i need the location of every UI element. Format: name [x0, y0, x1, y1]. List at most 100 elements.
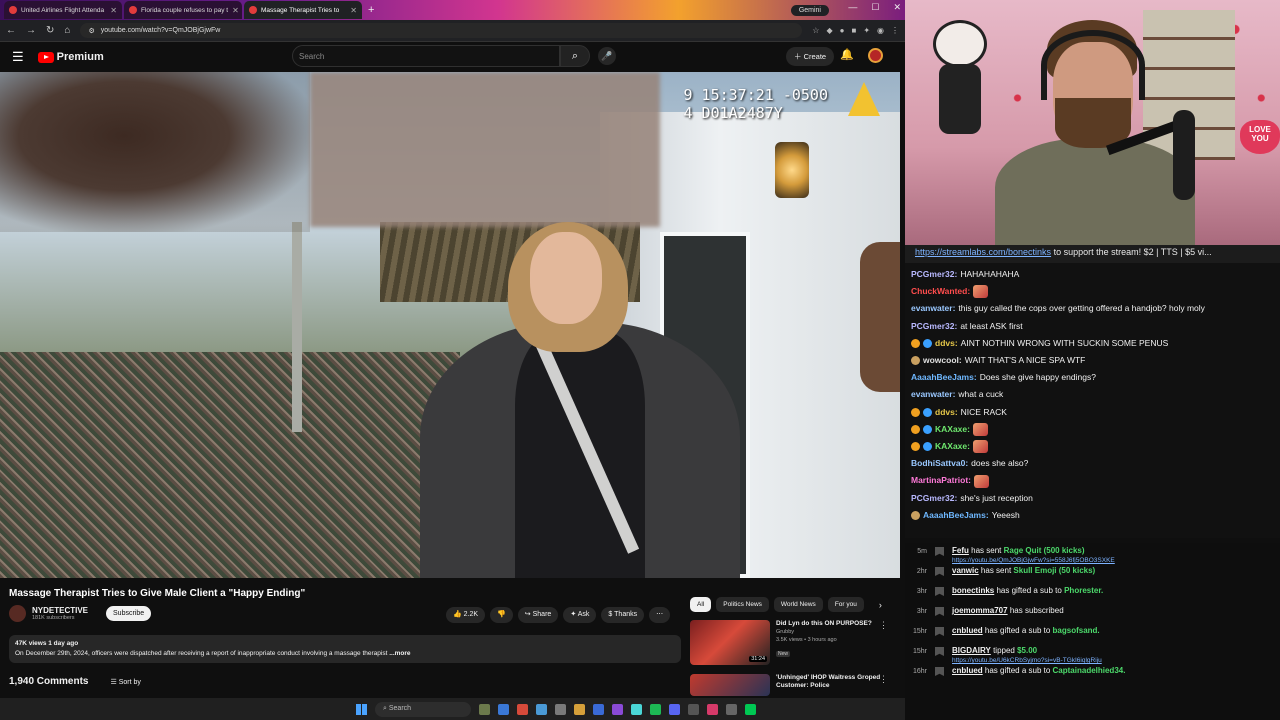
alert-user[interactable]: joemomma707 — [952, 606, 1008, 615]
ask-button[interactable]: ✦ Ask — [563, 607, 597, 623]
app-icon[interactable] — [612, 703, 623, 715]
youtube-logo[interactable]: Premium — [37, 51, 104, 63]
close-window-icon[interactable]: ✕ — [893, 2, 901, 13]
chat-username[interactable]: ddvs: — [935, 404, 958, 421]
app-icon[interactable] — [688, 703, 699, 715]
chat-username[interactable]: PCGmer32: — [911, 318, 957, 335]
forward-icon[interactable]: → — [26, 25, 36, 36]
extension-icon[interactable]: ● — [840, 26, 845, 35]
extension-icon[interactable]: ■ — [851, 26, 856, 35]
video-thumbnail[interactable] — [690, 674, 770, 696]
chat-username[interactable]: evanwater: — [911, 300, 955, 317]
search-input[interactable]: Search — [292, 45, 560, 67]
chip-for-you[interactable]: For you — [827, 597, 864, 612]
alert-user[interactable]: cnblued — [952, 626, 983, 635]
minimize-icon[interactable]: — — [848, 2, 857, 13]
hamburger-menu-icon[interactable]: ☰ — [12, 49, 24, 65]
chip-all[interactable]: All — [690, 597, 712, 612]
chip-world-news[interactable]: World News — [773, 597, 823, 612]
chat-username[interactable]: KAXaxe: — [935, 421, 970, 438]
search-icon[interactable]: ⌕ — [560, 45, 590, 67]
extension-icon[interactable]: ◆ — [826, 26, 832, 35]
app-icon[interactable] — [498, 703, 509, 715]
alert-link[interactable]: https://youtu.be/QmJOBjGjwFw?si=558J6fj5… — [952, 556, 1115, 566]
windows-start-icon[interactable] — [356, 703, 367, 715]
thanks-button[interactable]: $ Thanks — [601, 607, 645, 623]
home-icon[interactable]: ⌂ — [64, 25, 70, 36]
close-icon[interactable]: ✕ — [232, 6, 239, 15]
app-icon[interactable] — [707, 703, 718, 715]
close-icon[interactable]: ✕ — [110, 6, 117, 15]
chat-username[interactable]: BodhiSattva0: — [911, 455, 968, 472]
profile-icon[interactable]: ◉ — [877, 26, 884, 35]
video-menu-icon[interactable]: ⋮ — [879, 620, 888, 631]
chat-username[interactable]: ChuckWanted: — [911, 283, 970, 300]
description-box[interactable]: 47K views 1 day ago On December 29th, 20… — [9, 635, 681, 663]
tab-1[interactable]: United Airlines Flight Attenda ✕ — [4, 1, 122, 19]
back-icon[interactable]: ← — [6, 25, 16, 36]
recommended-title[interactable]: Did Lyn do this ON PURPOSE? — [776, 620, 872, 628]
more-actions-icon[interactable]: ⋯ — [649, 607, 671, 623]
share-button[interactable]: ↪ Share — [517, 607, 559, 623]
chevron-right-icon[interactable]: › — [879, 600, 882, 610]
url-field[interactable]: ⚙ youtube.com/watch?v=QmJOBjGjwFw — [80, 23, 803, 38]
dislike-button[interactable]: 👎 — [490, 607, 513, 623]
chat-username[interactable]: wowcool: — [923, 352, 962, 369]
tab-3-active[interactable]: Massage Therapist Tries to ✕ — [244, 1, 362, 19]
alert-user[interactable]: vanwic — [952, 566, 979, 575]
alert-user[interactable]: Fefu — [952, 546, 969, 555]
chat-username[interactable]: evanwater: — [911, 386, 955, 403]
alert-time: 2hr — [916, 568, 927, 575]
browser-menu-icon[interactable]: ⋮ — [891, 26, 899, 35]
puzzle-icon[interactable]: ✦ — [863, 26, 870, 35]
task-view-icon[interactable] — [479, 703, 490, 715]
sort-by-button[interactable]: ☰ Sort by — [110, 678, 140, 686]
folder-icon[interactable] — [574, 703, 585, 715]
tab-2[interactable]: Florida couple refuses to pay t ✕ — [124, 1, 242, 19]
chat-username[interactable]: KAXaxe: — [935, 438, 970, 455]
streamlabs-link[interactable]: https://streamlabs.com/bonectinks — [915, 247, 1051, 257]
account-avatar[interactable] — [868, 48, 883, 63]
alert-user[interactable]: BIGDAIRY — [952, 646, 991, 655]
chat-username[interactable]: PCGmer32: — [911, 266, 957, 283]
create-button[interactable]: ＋ Create — [786, 47, 835, 66]
maximize-icon[interactable]: ☐ — [871, 2, 879, 13]
app-icon[interactable] — [631, 703, 642, 715]
discord-icon[interactable] — [669, 703, 680, 715]
like-button[interactable]: 👍 2.2K — [446, 607, 486, 623]
channel-avatar[interactable] — [9, 605, 26, 622]
channel-name[interactable]: NYDETECTIVE — [32, 606, 88, 615]
chat-username[interactable]: MartinaPatriot: — [911, 472, 971, 489]
video-player[interactable]: 9 15:37:21 -0500 4 D01A2487Y — [0, 72, 900, 578]
close-icon[interactable]: ✕ — [350, 6, 357, 15]
app-icon[interactable] — [593, 703, 604, 715]
app-icon[interactable] — [517, 703, 528, 715]
microphone-icon[interactable]: 🎤 — [598, 47, 616, 65]
alert-user[interactable]: cnblued — [952, 666, 983, 675]
site-info-icon[interactable]: ⚙ — [88, 27, 94, 35]
kick-icon[interactable] — [745, 703, 756, 715]
alert-user[interactable]: bonectinks — [952, 586, 994, 595]
video-menu-icon[interactable]: ⋮ — [879, 674, 888, 685]
reload-icon[interactable]: ↻ — [46, 25, 54, 36]
chat-username[interactable]: ddvs: — [935, 335, 958, 352]
app-icon[interactable] — [536, 703, 547, 715]
chat-username[interactable]: PCGmer32: — [911, 490, 957, 507]
more-link[interactable]: ...more — [389, 650, 410, 657]
app-icon[interactable] — [555, 703, 566, 715]
video-thumbnail[interactable]: 31:24 — [690, 620, 770, 665]
recommended-video-2[interactable]: 'Unhinged' IHOP Waitress Groped Customer… — [690, 674, 900, 696]
alert-link[interactable]: https://youtu.be/U6kCRbSyjmo?si=vB-TGkI6… — [952, 656, 1102, 666]
chip-politics-news[interactable]: Politics News — [716, 597, 769, 612]
bookmark-star-icon[interactable]: ☆ — [812, 26, 819, 35]
taskbar-search[interactable]: ⌕ Search — [375, 701, 471, 717]
subscribe-button[interactable]: Subscribe — [106, 606, 152, 621]
notifications-bell-icon[interactable]: 🔔 — [840, 48, 854, 61]
gemini-button[interactable]: Gemini — [790, 4, 829, 16]
chat-username[interactable]: AaaahBeeJams: — [911, 369, 977, 386]
new-tab-button[interactable]: + — [368, 4, 374, 16]
spotify-icon[interactable] — [650, 703, 661, 715]
app-icon[interactable] — [726, 703, 737, 715]
recommended-video-1[interactable]: 31:24 Did Lyn do this ON PURPOSE? Grubby… — [690, 620, 900, 665]
chat-username[interactable]: AaaahBeeJams: — [923, 507, 989, 524]
